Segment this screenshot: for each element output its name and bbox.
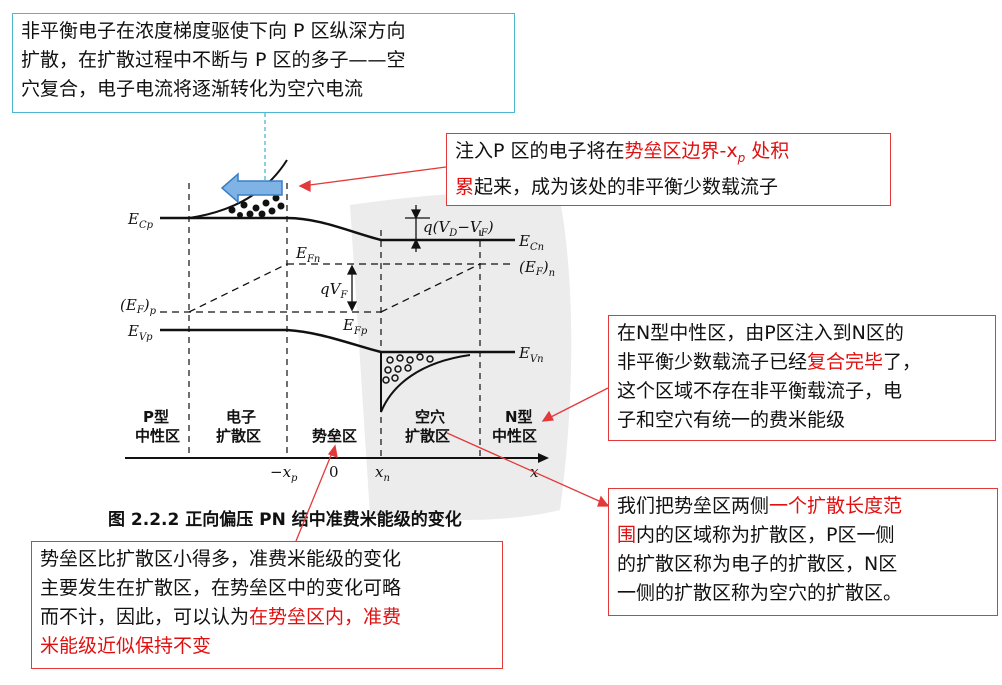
diffusion-region-note: 我们把势垒区两侧一个扩散长度范 围内的区域称为扩散区，P区一侧 的扩散区称为电子… — [608, 488, 998, 616]
region-h-diff-line2: 扩散区 — [405, 427, 450, 445]
axis-minus-xp-label: −xp — [270, 463, 298, 484]
region-n-neutral-line2: 中性区 — [492, 427, 537, 445]
efp-label: (EF)p — [120, 296, 157, 317]
axis-zero-label: 0 — [329, 463, 339, 481]
note-line: 米能级近似保持不变 — [40, 635, 212, 657]
region-e-diff-line2: 扩散区 — [216, 427, 261, 445]
note-line: 围内的区域称为扩散区，P区一侧 — [617, 524, 895, 546]
note-line: 注入P 区的电子将在势垒区边界-xp 处积 — [455, 140, 790, 165]
note-line: 一侧的扩散区称为空穴的扩散区。 — [617, 582, 903, 604]
ecp-label: ECp — [127, 210, 154, 231]
region-p-neutral-line1: P型 — [143, 408, 169, 426]
note-line: 主要发生在扩散区，在势垒区中的变化可略 — [40, 577, 402, 599]
note-line: 非平衡电子在浓度梯度驱使下向 P 区纵深方向 — [21, 20, 406, 42]
note-line: 在N型中性区，由P区注入到N区的 — [617, 322, 904, 344]
note-line: 的扩散区称为电子的扩散区，N区 — [617, 553, 898, 575]
region-barrier: 势垒区 — [312, 427, 357, 445]
qvf-label: qVF — [320, 280, 348, 301]
region-h-diff-line1: 空穴 — [415, 408, 445, 426]
n-neutral-region-note: 在N型中性区，由P区注入到N区的 非平衡少数载流子已经复合完毕了， 这个区域不存… — [608, 315, 996, 441]
note-line: 累起来，成为该处的非平衡少数载流子 — [455, 175, 779, 198]
note-line: 这个区域不存在非平衡载流子，电 — [617, 380, 903, 402]
electron-diffusion-note: 非平衡电子在浓度梯度驱使下向 P 区纵深方向 扩散，在扩散过程中不断与 P 区的… — [12, 13, 515, 113]
figure-caption: 图 2.2.2 正向偏压 PN 结中准费米能级的变化 — [108, 509, 462, 530]
note-line: 我们把势垒区两侧一个扩散长度范 — [617, 495, 903, 517]
barrier-region-note: 势垒区比扩散区小得多，准费米能级的变化 主要发生在扩散区，在势垒区中的变化可略 … — [31, 541, 503, 669]
region-n-neutral-line1: N型 — [505, 408, 533, 426]
inject-note-connector — [301, 166, 447, 187]
region-e-diff-line1: 电子 — [226, 408, 256, 426]
efn-inner-label: EFn — [295, 244, 320, 265]
note-line: 而不计，因此，可以认为在势垒区内，准费 — [40, 606, 402, 628]
note-line: 非平衡少数载流子已经复合完毕了， — [617, 351, 922, 373]
note-line: 扩散，在扩散过程中不断与 P 区的多子——空 — [21, 49, 406, 71]
note-line: 子和空穴有统一的费米能级 — [617, 409, 846, 431]
note-line: 势垒区比扩散区小得多，准费米能级的变化 — [40, 548, 402, 570]
evp-label: EVp — [127, 322, 153, 343]
region-p-neutral-line2: 中性区 — [135, 427, 180, 445]
note-line: 穴复合，电子电流将逐渐转化为空穴电流 — [21, 78, 364, 100]
injected-electron-note: 注入P 区的电子将在势垒区边界-xp 处积 累起来，成为该处的非平衡少数载流子 — [446, 133, 891, 206]
efn-diagonal-line — [188, 263, 288, 313]
